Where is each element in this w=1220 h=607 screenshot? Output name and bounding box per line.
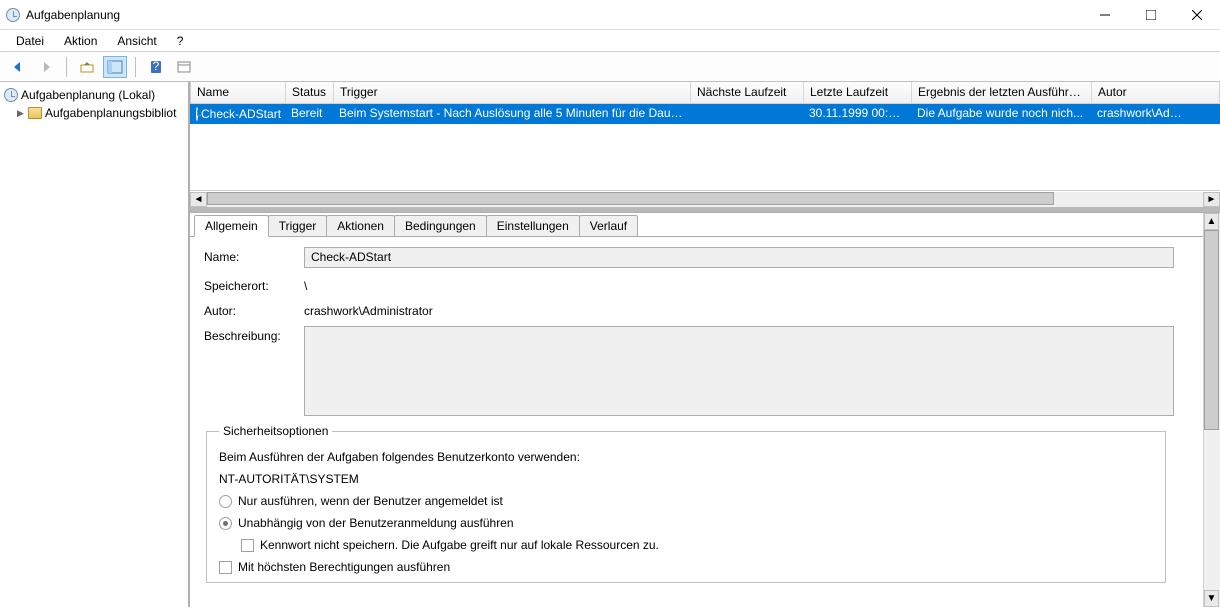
svg-text:?: ?: [153, 60, 160, 73]
label-logged-on: Nur ausführen, wenn der Benutzer angemel…: [238, 494, 503, 508]
col-status[interactable]: Status: [286, 82, 334, 103]
app-icon: [6, 8, 20, 22]
tree-library-label: Aufgabenplanungsbibliot: [45, 106, 176, 120]
menu-help[interactable]: ?: [169, 32, 192, 50]
field-name: Check-ADStart: [304, 247, 1174, 268]
tab-content-allgemein: Name: Check-ADStart Speicherort: \ Autor…: [190, 237, 1203, 593]
tab-verlauf[interactable]: Verlauf: [579, 215, 638, 236]
detail-vscrollbar[interactable]: ▲ ▼: [1203, 213, 1220, 607]
clock-icon: [4, 88, 18, 102]
vscroll-thumb[interactable]: [1204, 230, 1219, 430]
close-button[interactable]: [1174, 0, 1220, 30]
task-author: crashwork\Adminis: [1091, 104, 1197, 124]
minimize-button[interactable]: [1082, 0, 1128, 30]
tab-bedingungen[interactable]: Bedingungen: [394, 215, 487, 236]
scroll-right-icon[interactable]: ►: [1203, 192, 1220, 207]
radio-anytime[interactable]: [219, 517, 232, 530]
tab-trigger[interactable]: Trigger: [268, 215, 328, 236]
scroll-up-icon[interactable]: ▲: [1204, 213, 1219, 230]
menu-datei[interactable]: Datei: [8, 32, 52, 50]
show-action-pane-button[interactable]: [103, 56, 127, 78]
security-options-group: Sicherheitsoptionen Beim Ausführen der A…: [206, 424, 1166, 583]
detail-tabs: Allgemein Trigger Aktionen Bedingungen E…: [190, 215, 1203, 237]
properties-button[interactable]: [172, 56, 196, 78]
security-account: NT-AUTORITÄT\SYSTEM: [219, 472, 359, 486]
scroll-left-icon[interactable]: ◄: [190, 192, 207, 207]
radio-logged-on[interactable]: [219, 495, 232, 508]
value-author: crashwork\Administrator: [304, 301, 1189, 318]
col-next[interactable]: Nächste Laufzeit: [691, 82, 804, 103]
detail-pane: Allgemein Trigger Aktionen Bedingungen E…: [190, 212, 1220, 607]
checkbox-nopass[interactable]: [241, 539, 254, 552]
value-location: \: [304, 276, 1189, 293]
col-last[interactable]: Letzte Laufzeit: [804, 82, 912, 103]
help-button[interactable]: ?: [144, 56, 168, 78]
tree-root-label: Aufgabenplanung (Lokal): [21, 88, 155, 102]
menu-aktion[interactable]: Aktion: [56, 32, 105, 50]
window-title: Aufgabenplanung: [26, 8, 120, 22]
tree-library[interactable]: ▶ Aufgabenplanungsbibliot: [0, 104, 188, 122]
task-row[interactable]: Check-ADStart Bereit Beim Systemstart - …: [190, 104, 1220, 124]
col-author[interactable]: Autor: [1092, 82, 1198, 103]
titlebar: Aufgabenplanung: [0, 0, 1220, 30]
label-highest: Mit höchsten Berechtigungen ausführen: [238, 560, 450, 574]
task-header-row: Name Status Trigger Nächste Laufzeit Let…: [190, 82, 1220, 104]
label-name: Name:: [204, 247, 304, 268]
task-list: Name Status Trigger Nächste Laufzeit Let…: [190, 82, 1220, 212]
label-anytime: Unabhängig von der Benutzeranmeldung aus…: [238, 516, 514, 530]
menu-ansicht[interactable]: Ansicht: [109, 32, 164, 50]
label-author: Autor:: [204, 301, 304, 318]
tab-allgemein[interactable]: Allgemein: [194, 215, 269, 237]
menubar: Datei Aktion Ansicht ?: [0, 30, 1220, 52]
field-description: [304, 326, 1174, 416]
task-trigger: Beim Systemstart - Nach Auslösung alle 5…: [333, 104, 690, 124]
col-trigger[interactable]: Trigger: [334, 82, 691, 103]
col-name[interactable]: Name: [191, 82, 286, 103]
sidebar-tree: Aufgabenplanung (Lokal) ▶ Aufgabenplanun…: [0, 82, 190, 607]
task-icon: [196, 107, 198, 121]
task-status: Bereit: [285, 104, 333, 124]
back-button[interactable]: [6, 56, 30, 78]
task-name: Check-ADStart: [201, 107, 281, 121]
label-description: Beschreibung:: [204, 326, 304, 416]
col-result[interactable]: Ergebnis der letzten Ausführung: [912, 82, 1092, 103]
task-next: [690, 104, 803, 124]
folder-icon: [28, 107, 42, 119]
maximize-button[interactable]: [1128, 0, 1174, 30]
scroll-down-icon[interactable]: ▼: [1204, 590, 1219, 607]
main-panel: Name Status Trigger Nächste Laufzeit Let…: [190, 82, 1220, 607]
checkbox-highest[interactable]: [219, 561, 232, 574]
tab-einstellungen[interactable]: Einstellungen: [486, 215, 580, 236]
task-result: Die Aufgabe wurde noch nich...: [911, 104, 1091, 124]
label-location: Speicherort:: [204, 276, 304, 293]
task-hscrollbar[interactable]: ◄ ►: [190, 190, 1220, 207]
toolbar: ?: [0, 52, 1220, 82]
task-last: 30.11.1999 00:00:00: [803, 104, 911, 124]
tree-root[interactable]: Aufgabenplanung (Lokal): [0, 86, 188, 104]
security-runas-label: Beim Ausführen der Aufgaben folgendes Be…: [219, 450, 580, 464]
forward-button[interactable]: [34, 56, 58, 78]
label-nopass: Kennwort nicht speichern. Die Aufgabe gr…: [260, 538, 659, 552]
up-button[interactable]: [75, 56, 99, 78]
chevron-right-icon: ▶: [16, 109, 25, 118]
security-legend: Sicherheitsoptionen: [219, 424, 332, 438]
tab-aktionen[interactable]: Aktionen: [326, 215, 395, 236]
body: Aufgabenplanung (Lokal) ▶ Aufgabenplanun…: [0, 82, 1220, 607]
scroll-thumb[interactable]: [207, 192, 1054, 205]
